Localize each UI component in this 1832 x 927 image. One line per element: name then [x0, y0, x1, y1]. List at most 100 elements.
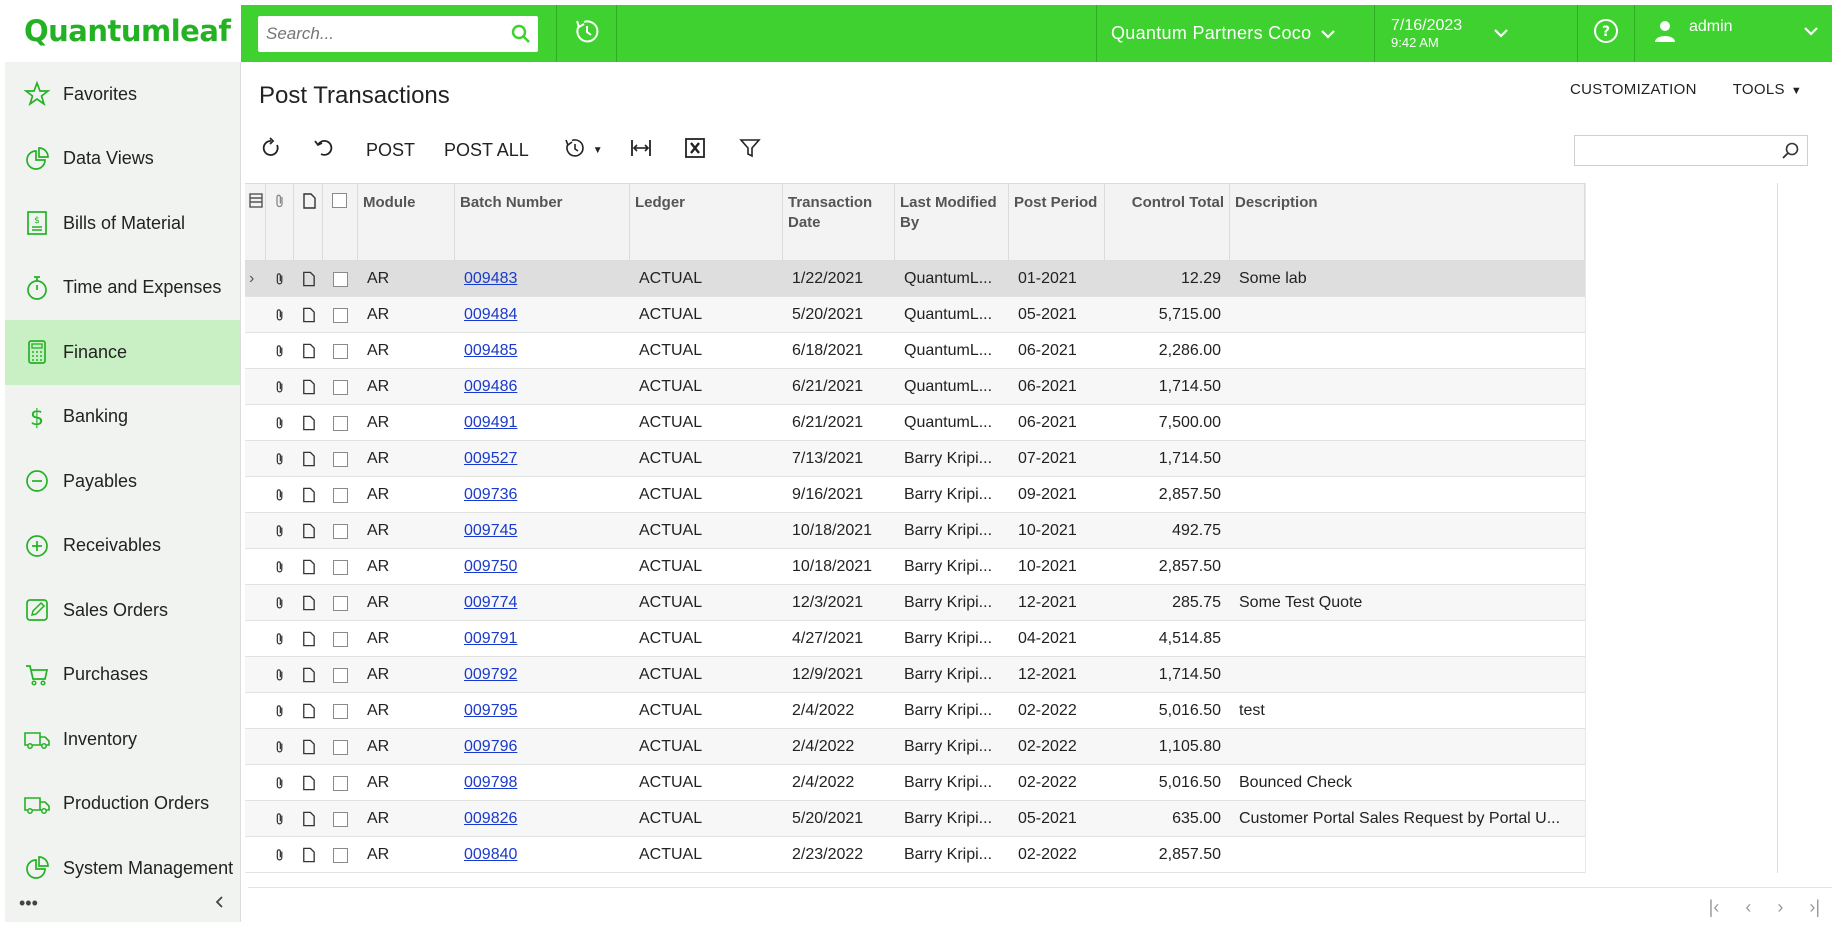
batch-number-link[interactable]: 009826 — [464, 810, 517, 828]
note-icon[interactable] — [294, 333, 323, 369]
sidebar-item-production-orders[interactable]: Production Orders — [5, 772, 240, 837]
note-icon[interactable] — [294, 657, 323, 693]
paperclip-icon[interactable] — [266, 477, 294, 513]
table-row[interactable]: AR 009491 ACTUAL 6/21/2021 QuantumL... 0… — [245, 405, 1585, 441]
paperclip-icon[interactable] — [266, 405, 294, 441]
row-selector[interactable] — [245, 369, 266, 405]
table-row[interactable]: AR 009484 ACTUAL 5/20/2021 QuantumL... 0… — [245, 297, 1585, 333]
note-icon[interactable] — [294, 837, 323, 873]
history-dropdown-button[interactable]: ▼ — [563, 132, 603, 168]
row-selector[interactable] — [245, 765, 266, 801]
business-date-selector[interactable]: 7/16/2023 9:42 AM — [1374, 5, 1577, 62]
refresh-button[interactable] — [259, 132, 285, 168]
row-checkbox[interactable] — [333, 775, 348, 791]
column-header-ledger[interactable]: Ledger — [630, 184, 783, 262]
table-row[interactable]: AR 009791 ACTUAL 4/27/2021 Barry Kripi..… — [245, 621, 1585, 657]
table-row[interactable]: AR 009486 ACTUAL 6/21/2021 QuantumL... 0… — [245, 369, 1585, 405]
batch-number-link[interactable]: 009486 — [464, 378, 517, 396]
row-selector[interactable] — [245, 657, 266, 693]
search-icon[interactable] — [510, 23, 532, 45]
paperclip-icon[interactable] — [266, 621, 294, 657]
batch-number-link[interactable]: 009791 — [464, 630, 517, 648]
row-checkbox[interactable] — [333, 415, 348, 431]
row-selector[interactable] — [245, 441, 266, 477]
recent-history-button[interactable] — [557, 5, 617, 62]
paperclip-icon[interactable] — [266, 729, 294, 765]
row-checkbox[interactable] — [333, 739, 348, 755]
paperclip-icon[interactable] — [266, 657, 294, 693]
note-icon[interactable] — [294, 801, 323, 837]
filter-button[interactable] — [738, 132, 762, 168]
sidebar-item-banking[interactable]: $ Banking — [5, 385, 240, 450]
sidebar-item-data-views[interactable]: Data Views — [5, 127, 240, 192]
table-row[interactable]: AR 009750 ACTUAL 10/18/2021 Barry Kripi.… — [245, 549, 1585, 585]
row-checkbox[interactable] — [333, 379, 348, 395]
row-checkbox[interactable] — [333, 307, 348, 323]
notes-header[interactable] — [294, 184, 323, 262]
last-page-icon[interactable]: ›| — [1809, 897, 1820, 918]
table-row[interactable]: AR 009796 ACTUAL 2/4/2022 Barry Kripi...… — [245, 729, 1585, 765]
paperclip-icon[interactable] — [266, 585, 294, 621]
row-selector-header[interactable] — [245, 184, 266, 262]
note-icon[interactable] — [294, 261, 323, 297]
user-menu[interactable]: admin — [1634, 5, 1832, 62]
row-selector[interactable]: › — [245, 261, 266, 297]
sidebar-item-finance[interactable]: Finance — [5, 320, 240, 385]
batch-number-link[interactable]: 009483 — [464, 270, 517, 288]
row-selector[interactable] — [245, 837, 266, 873]
column-header-module[interactable]: Module — [358, 184, 455, 262]
select-all-checkbox[interactable] — [332, 193, 347, 208]
prev-page-icon[interactable]: ‹ — [1745, 897, 1751, 918]
column-header-batch-number[interactable]: Batch Number — [455, 184, 630, 262]
row-checkbox[interactable] — [333, 559, 348, 575]
company-selector[interactable]: Quantum Partners Coco — [1096, 5, 1374, 62]
sidebar-item-time-and-expenses[interactable]: Time and Expenses — [5, 256, 240, 321]
row-selector[interactable] — [245, 477, 266, 513]
column-header-description[interactable]: Description — [1230, 184, 1585, 262]
batch-number-link[interactable]: 009484 — [464, 306, 517, 324]
sidebar-item-favorites[interactable]: Favorites — [5, 62, 240, 127]
attachments-header[interactable] — [266, 184, 294, 262]
batch-number-link[interactable]: 009527 — [464, 450, 517, 468]
customization-menu[interactable]: CUSTOMIZATION — [1570, 81, 1697, 98]
sidebar-item-receivables[interactable]: Receivables — [5, 514, 240, 579]
batch-number-link[interactable]: 009795 — [464, 702, 517, 720]
sidebar-item-purchases[interactable]: Purchases — [5, 643, 240, 708]
note-icon[interactable] — [294, 549, 323, 585]
row-selector[interactable] — [245, 297, 266, 333]
column-header-last-modified-by[interactable]: Last Modified By — [895, 184, 1009, 262]
logo-area[interactable]: Quantumleaf — [0, 0, 241, 62]
batch-number-link[interactable]: 009736 — [464, 486, 517, 504]
post-button[interactable]: POST — [366, 132, 415, 168]
batch-number-link[interactable]: 009750 — [464, 558, 517, 576]
row-selector[interactable] — [245, 405, 266, 441]
paperclip-icon[interactable] — [266, 333, 294, 369]
table-row[interactable]: AR 009826 ACTUAL 5/20/2021 Barry Kripi..… — [245, 801, 1585, 837]
note-icon[interactable] — [294, 693, 323, 729]
row-checkbox[interactable] — [333, 631, 348, 647]
table-row[interactable]: AR 009736 ACTUAL 9/16/2021 Barry Kripi..… — [245, 477, 1585, 513]
table-row[interactable]: › AR 009483 ACTUAL 1/22/2021 QuantumL...… — [245, 261, 1585, 297]
row-checkbox[interactable] — [333, 703, 348, 719]
table-row[interactable]: AR 009840 ACTUAL 2/23/2022 Barry Kripi..… — [245, 837, 1585, 873]
note-icon[interactable] — [294, 621, 323, 657]
batch-number-link[interactable]: 009840 — [464, 846, 517, 864]
row-selector[interactable] — [245, 513, 266, 549]
note-icon[interactable] — [294, 513, 323, 549]
sidebar-item-bills-of-material[interactable]: $ Bills of Material — [5, 191, 240, 256]
table-row[interactable]: AR 009792 ACTUAL 12/9/2021 Barry Kripi..… — [245, 657, 1585, 693]
row-selector[interactable] — [245, 693, 266, 729]
row-selector[interactable] — [245, 585, 266, 621]
paperclip-icon[interactable] — [266, 549, 294, 585]
row-selector[interactable] — [245, 549, 266, 585]
column-header-post-period[interactable]: Post Period — [1009, 184, 1105, 262]
column-header-control-total[interactable]: Control Total — [1105, 184, 1230, 262]
export-excel-button[interactable] — [683, 132, 707, 168]
row-checkbox[interactable] — [333, 343, 348, 359]
sidebar-item-payables[interactable]: Payables — [5, 449, 240, 514]
batch-number-link[interactable]: 009796 — [464, 738, 517, 756]
select-all-header[interactable] — [323, 184, 358, 262]
batch-number-link[interactable]: 009792 — [464, 666, 517, 684]
row-selector[interactable] — [245, 621, 266, 657]
row-checkbox[interactable] — [333, 271, 348, 287]
